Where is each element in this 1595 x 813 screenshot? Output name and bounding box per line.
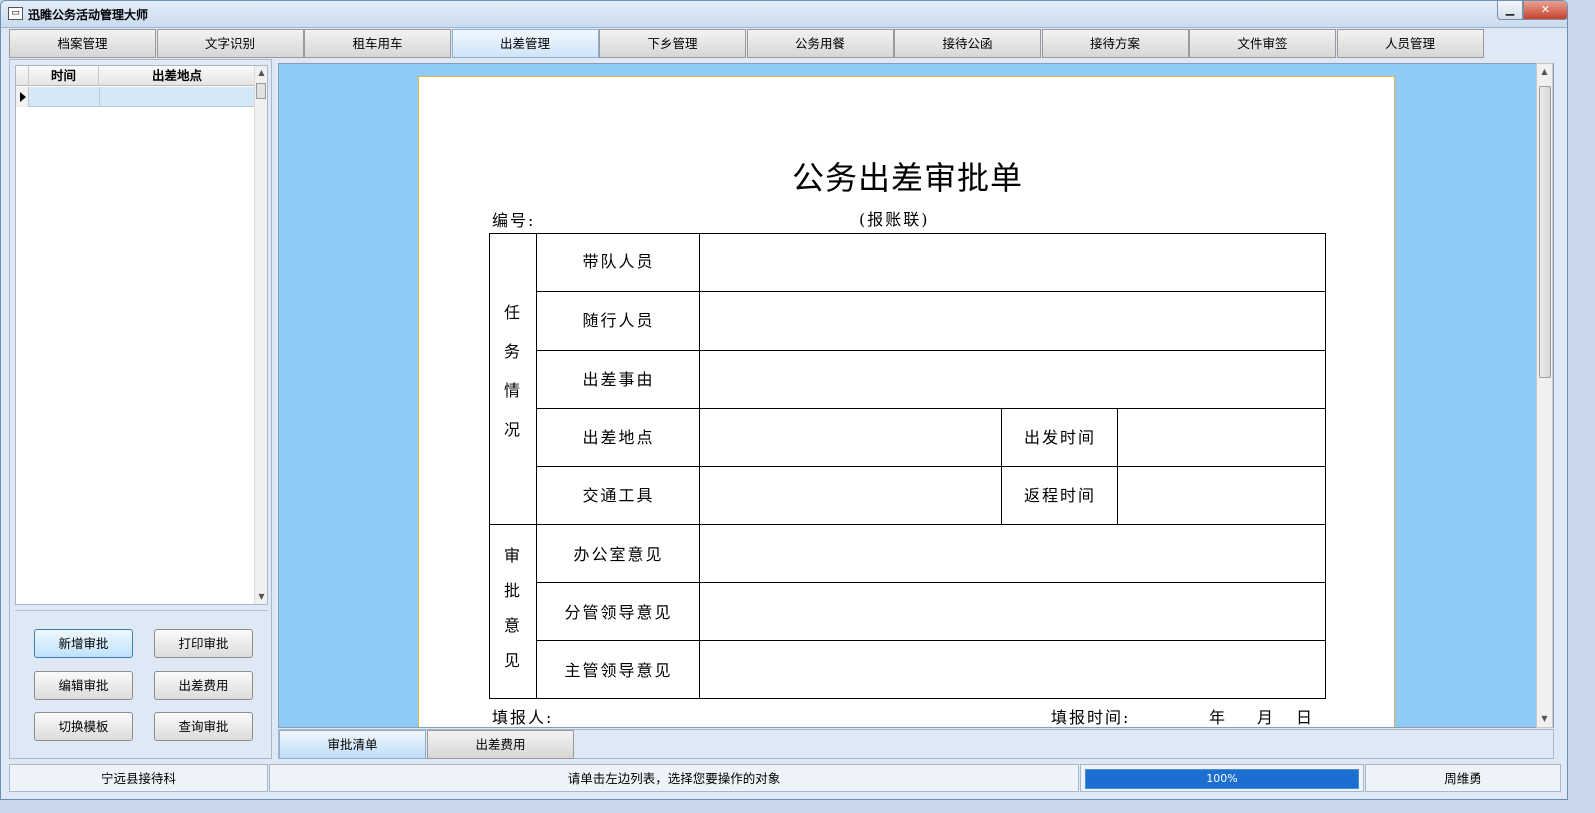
field-label-location: 出差地点 — [582, 428, 655, 447]
section-char: 任 — [504, 303, 523, 322]
filler-label: 填报人: — [492, 708, 554, 727]
form-number-label: 编号: — [492, 211, 536, 230]
switch-template-button[interactable]: 切换模板 — [34, 712, 133, 741]
tab-8[interactable]: 接待方案 — [1041, 29, 1189, 58]
status-user: 周维勇 — [1365, 764, 1561, 792]
grid-corner — [16, 66, 29, 86]
progress-bar: 100% — [1085, 769, 1359, 789]
scroll-thumb[interactable] — [1539, 86, 1551, 378]
tab-2[interactable]: 文字识别 — [156, 29, 304, 58]
title-bar: ▭ 迅睢公务活动管理大师 ▁ ✕ — [1, 1, 1567, 28]
edit-approval-button[interactable]: 编辑审批 — [34, 671, 133, 700]
minimize-icon: ▁ — [1505, 3, 1515, 16]
field-label-transport: 交通工具 — [582, 486, 655, 505]
table-row[interactable] — [16, 87, 256, 107]
section-label-task: 任 务 情 况 — [504, 293, 524, 449]
window-menu-icon[interactable]: ▭ — [8, 7, 23, 20]
tab-6[interactable]: 公务用餐 — [746, 29, 894, 58]
row-selector-icon — [16, 87, 29, 107]
window-title: 迅睢公务活动管理大师 — [28, 8, 149, 22]
scroll-up-icon[interactable]: ▲ — [1538, 65, 1551, 79]
tab-travel-expense[interactable]: 出差费用 — [427, 730, 574, 759]
status-message: 请单击左边列表，选择您要操作的对象 — [269, 764, 1079, 792]
section-char: 批 — [504, 581, 523, 600]
tab-10[interactable]: 人员管理 — [1336, 29, 1484, 58]
tab-5[interactable]: 下乡管理 — [599, 29, 746, 58]
section-char: 情 — [504, 381, 523, 400]
field-label-branch-leader-opinion: 分管领导意见 — [564, 603, 673, 622]
field-label-leader: 带队人员 — [582, 252, 655, 271]
column-header-time[interactable]: 时间 — [29, 66, 99, 86]
month-label: 月 — [1257, 708, 1276, 727]
grid-header: 时间 出差地点 — [16, 66, 256, 86]
tab-3[interactable]: 租车用车 — [304, 29, 451, 58]
field-label-office-opinion: 办公室意见 — [573, 545, 664, 564]
travel-expense-button[interactable]: 出差费用 — [154, 671, 253, 700]
section-label-approval: 审 批 意 见 — [504, 538, 524, 678]
approval-list-grid[interactable]: 时间 出差地点 ▲ ▼ — [15, 65, 268, 605]
approval-form-page: 公务出差审批单 编号: (报账联) 任 务 情 况 审 批 意 见 带队人员 随… — [418, 76, 1395, 727]
tab-approval-list[interactable]: 审批清单 — [279, 730, 426, 759]
year-label: 年 — [1209, 708, 1228, 727]
field-label-depart-time: 出发时间 — [1023, 428, 1096, 447]
tab-7[interactable]: 接待公函 — [894, 29, 1041, 58]
form-title: 公务出差审批单 — [791, 159, 1023, 197]
scroll-thumb[interactable] — [256, 83, 266, 99]
field-label-chief-leader-opinion: 主管领导意见 — [564, 661, 673, 680]
section-char: 审 — [504, 546, 523, 565]
status-bar: 宁远县接待科 请单击左边列表，选择您要操作的对象 100% 周维勇 — [9, 764, 1561, 792]
status-progress-cell: 100% — [1080, 764, 1364, 792]
scroll-down-icon[interactable]: ▼ — [255, 590, 268, 604]
scroll-up-icon[interactable]: ▲ — [255, 66, 268, 80]
field-label-return-time: 返程时间 — [1023, 486, 1096, 505]
query-approval-button[interactable]: 查询审批 — [154, 712, 253, 741]
close-button[interactable]: ✕ — [1523, 1, 1567, 20]
status-department: 宁远县接待科 — [9, 764, 268, 792]
tab-1[interactable]: 档案管理 — [9, 29, 156, 58]
left-panel: 时间 出差地点 ▲ ▼ 新增审批 打印审批 编辑审批 出差费用 切换模板 查询审… — [9, 59, 272, 759]
field-label-companions: 随行人员 — [582, 311, 655, 330]
document-preview: 公务出差审批单 编号: (报账联) 任 务 情 况 审 批 意 见 带队人员 随… — [278, 63, 1554, 728]
section-char: 意 — [504, 616, 523, 635]
action-buttons: 新增审批 打印审批 编辑审批 出差费用 切换模板 查询审批 — [15, 610, 268, 755]
scroll-down-icon[interactable]: ▼ — [1538, 712, 1551, 726]
tab-4[interactable]: 出差管理 — [451, 29, 599, 58]
field-label-reason: 出差事由 — [582, 370, 655, 389]
app-window: ▭ 迅睢公务活动管理大师 ▁ ✕ 档案管理 文字识别 租车用车 出差管理 下乡管理 公务用… — [0, 0, 1568, 800]
grid-scrollbar[interactable]: ▲ ▼ — [254, 66, 267, 604]
close-icon: ✕ — [1540, 3, 1551, 16]
column-header-location[interactable]: 出差地点 — [99, 66, 256, 86]
new-approval-button[interactable]: 新增审批 — [34, 629, 133, 658]
preview-scrollbar[interactable]: ▲ ▼ — [1536, 63, 1553, 728]
fill-time-label: 填报时间: — [1051, 708, 1131, 727]
print-approval-button[interactable]: 打印审批 — [154, 629, 253, 658]
bottom-tab-bar: 审批清单 出差费用 — [278, 729, 1554, 759]
section-char: 况 — [504, 420, 523, 439]
form-copy-label: (报账联) — [859, 210, 930, 229]
minimize-button[interactable]: ▁ — [1497, 1, 1523, 20]
cell-divider — [99, 87, 100, 107]
section-char: 务 — [504, 342, 523, 361]
day-label: 日 — [1296, 708, 1315, 727]
section-char: 见 — [504, 651, 523, 670]
tab-9[interactable]: 文件审签 — [1189, 29, 1336, 58]
main-tab-bar: 档案管理 文字识别 租车用车 出差管理 下乡管理 公务用餐 接待公函 接待方案 文件审签 人员管理 — [9, 29, 1485, 58]
